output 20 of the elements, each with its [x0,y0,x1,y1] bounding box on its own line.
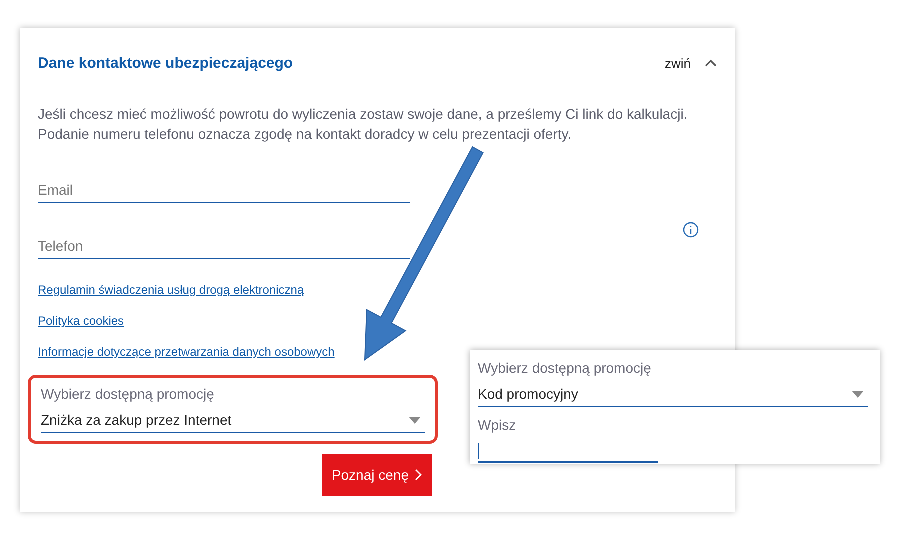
field-label: Wpisz [478,417,518,433]
select-label: Wybierz dostępną promocję [478,360,652,376]
link[interactable]: Polityka cookies [38,314,124,328]
dropdown-icon [852,390,864,398]
select-label: Wybierz dostępną promocję [41,386,216,402]
dropdown-icon [409,416,421,424]
input-field[interactable]: Email [38,178,410,203]
description-text: Podanie numeru telefonu oznacza zgodę na kontakt doradcy w celu prezentacji oferty. [38,125,573,144]
info-icon[interactable] [683,222,699,238]
submit-button[interactable]: Poznaj cenę [322,454,432,496]
link[interactable]: Informacje dotyczące przetwarzania danych osobowych [38,345,335,359]
caret-icon [705,59,717,67]
link[interactable]: Regulamin świadczenia usług drogą elektroniczną [38,283,304,297]
promotion-select[interactable]: Kod promocyjny [478,380,868,407]
chevron-icon [415,469,422,481]
promotion-select[interactable]: Zniżka za zakup przez Internet [41,406,425,433]
input-field[interactable]: Telefon [38,234,410,259]
section-title: Dane kontaktowe ubezpieczającego [38,54,294,72]
collapse-button[interactable]: zwiń [664,56,717,70]
description-text: Jeśli chcesz mieć możliwość powrotu do wyliczenia zostaw swoje dane, a prześlemy Ci link do kalkulacji. [38,105,689,124]
